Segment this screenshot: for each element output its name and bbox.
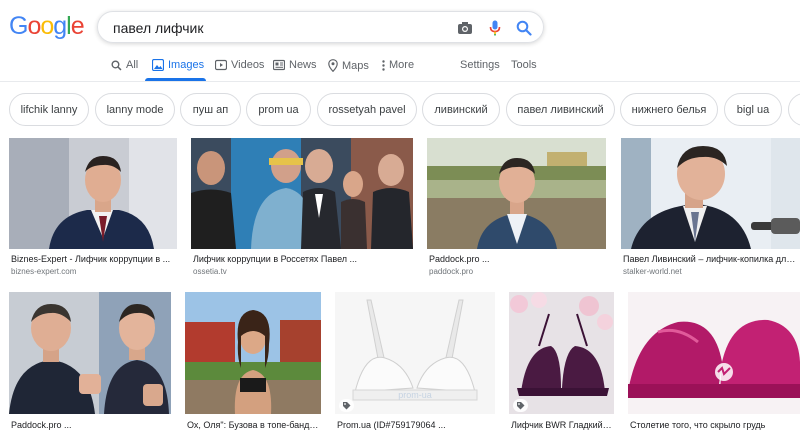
logo-letter: G <box>9 12 28 40</box>
microphone-icon[interactable] <box>485 18 505 38</box>
google-logo[interactable]: Google <box>9 12 85 41</box>
result-thumbnail[interactable] <box>9 292 171 414</box>
image-result[interactable]: Paddock.pro ... <box>9 292 171 434</box>
related-chip[interactable]: павел ливинский <box>506 93 615 126</box>
result-caption[interactable]: Павел Ливинский – лифчик-копилка для ... <box>623 254 798 264</box>
result-source: ossetia.tv <box>193 267 227 276</box>
search-icon <box>111 59 122 71</box>
tab-label: Videos <box>231 59 265 71</box>
newspaper-icon <box>273 59 285 71</box>
tab-label: All <box>126 59 139 71</box>
tab-images[interactable]: Images <box>152 59 204 71</box>
kebab-icon <box>382 59 385 71</box>
image-result[interactable]: Лифчик BWR Гладкий ... <box>509 292 614 434</box>
result-thumbnail[interactable] <box>628 292 800 414</box>
search-box[interactable]: павел лифчик <box>97 11 544 43</box>
logo-letter: o <box>40 12 54 40</box>
tab-settings[interactable]: Settings <box>460 59 500 71</box>
result-thumbnail[interactable] <box>191 138 413 249</box>
result-source: biznes-expert.com <box>11 267 77 276</box>
result-thumbnail[interactable] <box>185 292 321 414</box>
tab-maps[interactable]: Maps <box>328 59 369 72</box>
active-tab-indicator <box>145 78 206 81</box>
search-input[interactable]: павел лифчик <box>113 20 203 36</box>
image-result[interactable]: Biznes-Expert - Лифчик коррупции в ... b… <box>9 138 177 278</box>
tab-label: Tools <box>511 59 537 71</box>
logo-letter: e <box>70 12 85 40</box>
result-caption[interactable]: Paddock.pro ... <box>11 420 169 430</box>
tab-news[interactable]: News <box>273 59 317 71</box>
image-icon <box>152 59 164 71</box>
result-caption[interactable]: Лифчик BWR Гладкий ... <box>511 420 612 430</box>
search-tabs: All Images Videos News Maps More Setting… <box>0 52 800 82</box>
tab-label: Images <box>168 59 205 71</box>
result-caption[interactable]: Ох, Оля": Бузова в топе-бандо ... <box>187 420 319 430</box>
tab-tools[interactable]: Tools <box>511 59 537 71</box>
logo-letter: g <box>53 12 67 40</box>
related-chip[interactable]: пуш ап <box>180 93 241 126</box>
related-chip[interactable]: lifchik lanny <box>9 93 89 126</box>
related-chip[interactable]: rossetyah pavel <box>317 93 417 126</box>
map-pin-icon <box>328 59 338 72</box>
search-icon[interactable] <box>514 18 534 38</box>
image-result[interactable]: Ох, Оля": Бузова в топе-бандо ... <box>185 292 321 434</box>
tab-label: Settings <box>460 59 500 71</box>
related-searches-chips: lifchik lanny lanny mode пуш ап prom ua … <box>0 93 800 127</box>
image-result[interactable]: Paddock.pro ... paddock.pro <box>427 138 606 278</box>
result-thumbnail[interactable]: prom-ua <box>335 292 495 414</box>
result-caption[interactable]: Столетие того, что скрыло грудь <box>630 420 798 430</box>
result-caption[interactable]: Paddock.pro ... <box>429 254 604 264</box>
image-result[interactable]: Павел Ливинский – лифчик-копилка для ...… <box>621 138 800 278</box>
related-chip[interactable]: prom ua <box>246 93 311 126</box>
play-icon <box>215 59 227 71</box>
tab-all[interactable]: All <box>111 59 138 71</box>
related-chip[interactable]: нижнего белья <box>620 93 718 126</box>
logo-letter: o <box>27 12 41 40</box>
result-caption[interactable]: Biznes-Expert - Лифчик коррупции в ... <box>11 254 175 264</box>
tab-label: More <box>389 59 415 71</box>
related-chip[interactable]: lanny mode <box>95 93 175 126</box>
result-thumbnail[interactable] <box>509 292 614 414</box>
tab-videos[interactable]: Videos <box>215 59 264 71</box>
result-source: stalker-world.net <box>623 267 682 276</box>
related-chip-partial[interactable] <box>788 93 800 126</box>
image-result[interactable]: Столетие того, что скрыло грудь <box>628 292 800 434</box>
camera-icon[interactable] <box>455 18 475 38</box>
result-thumbnail[interactable] <box>427 138 606 249</box>
product-tag-icon <box>339 399 354 412</box>
watermark-text: prom-ua <box>398 390 432 400</box>
result-thumbnail[interactable] <box>621 138 800 249</box>
result-caption[interactable]: Prom.ua (ID#759179064 ... <box>337 420 493 430</box>
tab-label: News <box>289 59 317 71</box>
result-thumbnail[interactable] <box>9 138 177 249</box>
tab-more[interactable]: More <box>382 59 414 71</box>
result-source: paddock.pro <box>429 267 474 276</box>
related-chip[interactable]: bigl ua <box>724 93 782 126</box>
tab-label: Maps <box>342 59 369 72</box>
related-chip[interactable]: ливинский <box>422 93 500 126</box>
result-caption[interactable]: Лифчик коррупции в Россетях Павел ... <box>193 254 411 264</box>
product-tag-icon <box>513 399 528 412</box>
image-result[interactable]: Лифчик коррупции в Россетях Павел ... os… <box>191 138 413 278</box>
image-result[interactable]: prom-ua Prom.ua (ID#759179064 ... <box>335 292 495 434</box>
